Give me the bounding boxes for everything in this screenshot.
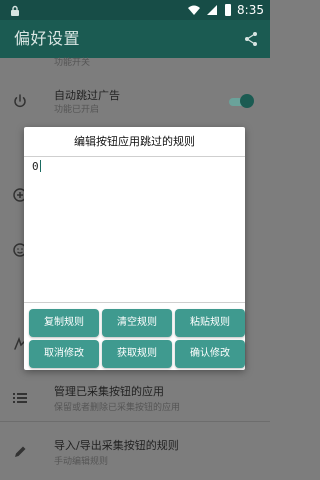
paste-rules-button[interactable]: 粘贴规则	[175, 309, 245, 337]
status-bar: 8:35	[0, 0, 270, 20]
confirm-edit-button[interactable]: 确认修改	[175, 340, 245, 368]
settings-item-top-subtitle: 功能开关	[54, 58, 91, 68]
auto-skip-subtitle: 功能已开启	[54, 105, 100, 115]
dialog-divider	[24, 156, 245, 157]
signal-icon	[205, 3, 219, 17]
rule-editor-dialog: 编辑按钮应用跳过的规则 0 复制规则 清空规则 粘贴规则 取消修改 获取规则 确…	[24, 127, 245, 370]
text-caret	[39, 160, 41, 172]
auto-skip-title: 自动跳过广告	[54, 89, 120, 102]
status-time: 8:35	[237, 3, 264, 17]
toggle-knob	[240, 94, 254, 108]
copy-rules-button[interactable]: 复制规则	[29, 309, 99, 337]
manage-buttons-subtitle: 保留或者删除已采集按钮的应用	[54, 403, 181, 413]
import-export-subtitle: 手动编辑规则	[54, 457, 109, 467]
page-title: 偏好设置	[14, 29, 81, 48]
dialog-title: 编辑按钮应用跳过的规则	[74, 135, 195, 148]
share-icon[interactable]	[242, 30, 260, 48]
list-divider	[0, 421, 270, 422]
wifi-icon	[187, 3, 201, 17]
power-icon	[12, 93, 28, 109]
battery-icon	[223, 3, 233, 17]
auto-skip-toggle[interactable]	[229, 94, 255, 110]
rule-text-content: 0	[32, 160, 39, 173]
list-icon	[12, 390, 28, 406]
clear-rules-button[interactable]: 清空规则	[102, 309, 172, 337]
import-export-title: 导入/导出采集按钮的规则	[54, 439, 179, 452]
get-rules-button[interactable]: 获取规则	[102, 340, 172, 368]
cancel-edit-button[interactable]: 取消修改	[29, 340, 99, 368]
edit-icon	[12, 444, 28, 460]
manage-buttons-title: 管理已采集按钮的应用	[54, 385, 164, 398]
app-bar: 偏好设置	[0, 20, 270, 58]
lock-icon	[8, 3, 22, 17]
rule-text-editor[interactable]: 0	[32, 160, 236, 297]
dialog-bottom-divider	[24, 302, 245, 303]
